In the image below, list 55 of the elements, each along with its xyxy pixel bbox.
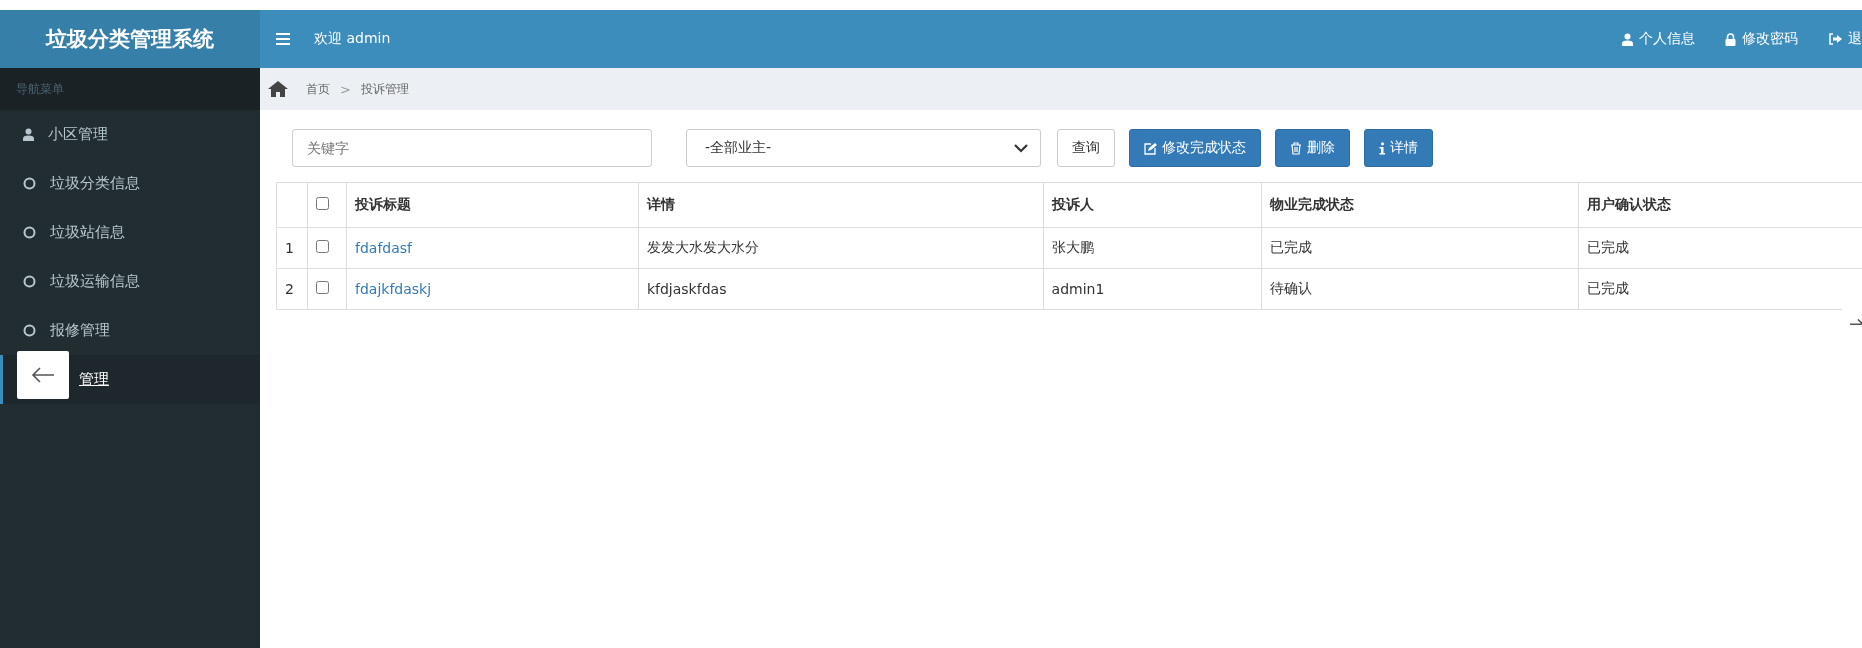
owner-select[interactable]: -全部业主- <box>686 129 1041 167</box>
toolbar-button[interactable]: 详情 <box>1364 129 1433 167</box>
title-link[interactable]: fdajkfdaskj <box>355 281 432 297</box>
circle-icon <box>23 324 36 337</box>
circle-icon <box>23 226 36 239</box>
table-cell: 待确认 <box>1261 268 1579 310</box>
column-header: 用户确认状态 <box>1578 182 1862 228</box>
row-number: 2 <box>276 268 308 310</box>
trash-icon <box>1290 141 1302 155</box>
toolbar-button[interactable]: 查询 <box>1057 129 1115 167</box>
circle-icon <box>23 275 36 288</box>
back-arrow-button[interactable] <box>17 351 69 399</box>
brand-title: 垃圾分类管理系统 <box>0 10 260 68</box>
select-all-checkbox[interactable] <box>316 197 329 210</box>
user-icon <box>23 128 34 141</box>
welcome-text: 欢迎 admin <box>314 30 391 48</box>
table-cell: 发发大水发大水分 <box>638 227 1044 269</box>
info-icon <box>1379 141 1385 155</box>
lock-icon <box>1725 32 1736 46</box>
chevron-down-icon <box>1014 143 1028 153</box>
column-header: 投诉标题 <box>346 182 639 228</box>
circle-icon <box>23 177 36 190</box>
table-cell: admin1 <box>1043 268 1262 310</box>
column-header: 详情 <box>638 182 1044 228</box>
arrow-right-icon <box>1850 319 1862 325</box>
sidebar-item[interactable]: 报修管理 <box>0 306 260 355</box>
logout-icon <box>1828 33 1842 45</box>
toolbar-button[interactable]: 修改完成状态 <box>1129 129 1261 167</box>
table-cell: kfdjaskfdas <box>638 268 1044 310</box>
breadcrumb-separator: > <box>340 81 351 97</box>
row-checkbox[interactable] <box>316 240 329 253</box>
arrow-left-icon <box>31 367 55 383</box>
table-cell: 已完成 <box>1261 227 1579 269</box>
sidebar-item[interactable]: 垃圾运输信息 <box>0 257 260 306</box>
row-checkbox[interactable] <box>316 281 329 294</box>
row-number: 1 <box>276 227 308 269</box>
column-header: 物业完成状态 <box>1261 182 1579 228</box>
header-link[interactable]: 修改密码 <box>1725 30 1798 48</box>
header-link[interactable]: 个人信息 <box>1622 30 1695 48</box>
nav-heading: 导航菜单 <box>0 68 260 110</box>
breadcrumb-current: 投诉管理 <box>360 80 409 98</box>
edit-icon <box>1144 141 1157 155</box>
sidebar-item[interactable]: 垃圾分类信息 <box>0 159 260 208</box>
home-icon[interactable] <box>268 81 288 97</box>
header-link[interactable]: 退 <box>1828 30 1862 48</box>
user-icon <box>1622 32 1633 46</box>
sidebar-item[interactable]: 垃圾站信息 <box>0 208 260 257</box>
table-cell: 张大鹏 <box>1043 227 1262 269</box>
breadcrumb-link[interactable]: 首页 <box>306 80 330 98</box>
sidebar-item[interactable]: 小区管理 <box>0 110 260 159</box>
toolbar-button[interactable]: 删除 <box>1275 129 1350 167</box>
menu-icon[interactable] <box>276 33 290 45</box>
title-link[interactable]: fdafdasf <box>355 240 412 256</box>
keyword-field[interactable]: 关键字 <box>292 129 652 167</box>
column-header: 投诉人 <box>1043 182 1262 228</box>
